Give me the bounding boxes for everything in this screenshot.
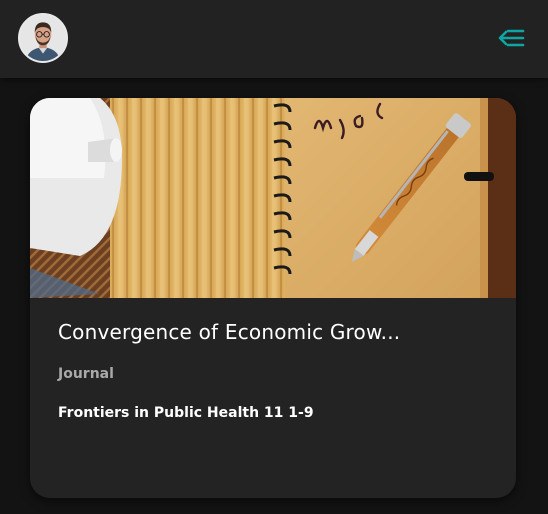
user-avatar-icon: [20, 15, 66, 61]
publication-source: Frontiers in Public Health 11 1-9: [58, 405, 314, 421]
publication-card[interactable]: Convergence of Economic Grow... Journal …: [30, 98, 516, 498]
menu-toggle-button[interactable]: [496, 26, 526, 50]
publication-type: Journal: [58, 366, 114, 382]
publication-image: [30, 98, 516, 298]
avatar[interactable]: [18, 13, 68, 63]
publication-title[interactable]: Convergence of Economic Grow...: [58, 320, 488, 344]
card-body: Convergence of Economic Grow... Journal …: [30, 298, 516, 421]
menu-collapse-icon: [498, 29, 525, 47]
top-bar: [0, 0, 548, 78]
